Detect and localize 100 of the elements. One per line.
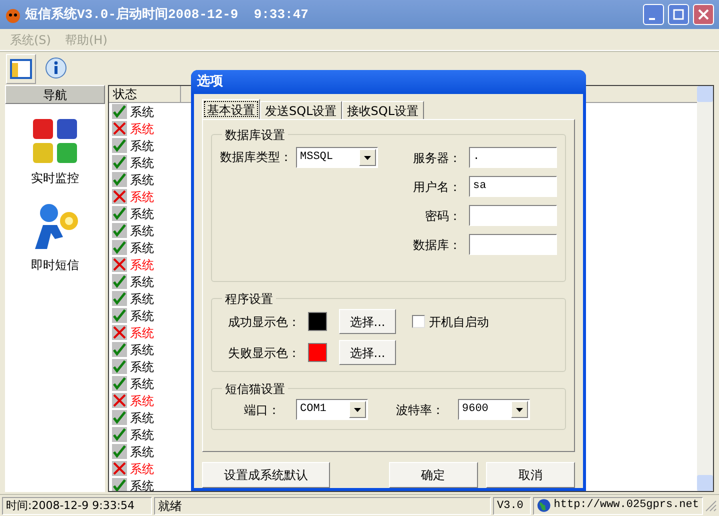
input-field[interactable]: sa	[469, 176, 557, 197]
caret-icon	[364, 156, 371, 160]
log-cell-text: 系统	[130, 206, 154, 222]
log-cell-text: 系统	[130, 274, 154, 290]
cross-icon	[112, 121, 127, 136]
globe-icon	[537, 498, 551, 513]
caret-icon	[354, 408, 361, 412]
log-cell-text: 系统	[130, 240, 154, 256]
check-icon	[112, 291, 127, 306]
log-cell-text: 系统	[130, 256, 154, 274]
check-icon	[112, 104, 127, 119]
check-icon	[112, 206, 127, 221]
field-label: 波特率：	[396, 402, 445, 418]
check-icon	[112, 376, 127, 391]
field-label: 数据库：	[413, 236, 461, 254]
dialog-button[interactable]: 设置成系统默认	[202, 462, 330, 488]
dropdown-field[interactable]: 9600	[458, 399, 530, 420]
field-label: 密码：	[425, 208, 461, 224]
check-icon	[112, 410, 127, 425]
log-cell-text: 系统	[130, 188, 154, 206]
maximize-button[interactable]	[668, 4, 689, 25]
minimize-icon	[648, 18, 654, 20]
tab[interactable]: 发送SQL设置	[260, 101, 342, 119]
cross-icon	[112, 393, 127, 408]
log-cell-text: 系统	[130, 426, 154, 444]
caret-icon	[516, 408, 523, 412]
log-cell-text: 系统	[130, 324, 154, 342]
check-icon	[112, 274, 127, 289]
column-header[interactable]: 状态	[109, 86, 181, 103]
check-icon	[112, 172, 127, 187]
dropdown-button[interactable]	[511, 401, 528, 418]
minimize-button[interactable]	[643, 4, 664, 25]
choose-button[interactable]: 选择...	[339, 340, 396, 365]
dropdown-field[interactable]: MSSQL	[296, 147, 378, 168]
window-title: 短信系统V3.0-启动时间2008-12-9 9:33:47	[25, 6, 310, 24]
log-cell-text: 系统	[130, 290, 154, 308]
check-icon	[112, 478, 127, 491]
check-icon	[112, 359, 127, 374]
status-text: 就绪	[154, 496, 491, 514]
log-cell-text: 系统	[130, 410, 154, 426]
check-icon	[112, 138, 127, 153]
group-title: 数据库设置	[222, 126, 288, 144]
input-field[interactable]: .	[469, 147, 557, 168]
log-cell-text: 系统	[130, 308, 154, 324]
resize-grip-icon	[705, 500, 717, 512]
nav-item[interactable]: 实时监控	[30, 116, 80, 187]
dropdown-field[interactable]: COM1	[296, 399, 368, 420]
maximize-icon	[673, 9, 684, 20]
input-field[interactable]	[469, 234, 557, 255]
check-icon	[112, 155, 127, 170]
close-icon	[698, 9, 709, 20]
status-time: 时间:2008-12-9 9:33:54	[2, 496, 152, 514]
field-label: 失败显示色：	[228, 344, 300, 362]
app-icon	[5, 6, 21, 22]
log-cell-text: 系统	[130, 392, 154, 410]
field-label: 服务器：	[413, 150, 461, 166]
dialog-button[interactable]: 确定	[388, 462, 478, 488]
log-cell-text: 系统	[130, 172, 154, 188]
colored-squares-icon	[30, 116, 80, 166]
check-icon	[112, 308, 127, 323]
check-icon	[112, 342, 127, 357]
dropdown-button[interactable]	[359, 149, 376, 166]
scrollbar[interactable]	[697, 86, 713, 491]
log-cell-text: 系统	[130, 358, 154, 376]
panel-toolbar-button[interactable]	[6, 54, 36, 84]
check-icon	[112, 240, 127, 255]
nav-header: 导航	[5, 85, 105, 104]
field-label: 端口：	[244, 402, 281, 418]
input-field[interactable]	[469, 205, 557, 226]
check-icon	[112, 444, 127, 459]
tab[interactable]: 基本设置	[202, 99, 260, 119]
tab[interactable]: 接收SQL设置	[342, 101, 424, 119]
close-button[interactable]	[693, 4, 714, 25]
log-cell-text: 系统	[130, 376, 154, 392]
status-version: V3.0	[493, 496, 531, 514]
log-cell-text: 系统	[130, 460, 154, 478]
cross-icon	[112, 257, 127, 272]
dialog-button[interactable]: 取消	[486, 462, 575, 488]
cross-icon	[112, 189, 127, 204]
check-icon	[112, 427, 127, 442]
check-icon	[112, 223, 127, 238]
log-cell-text: 系统	[130, 154, 154, 172]
group-title: 短信猫设置	[222, 380, 288, 398]
log-cell-text: 系统	[130, 104, 154, 120]
log-cell-text: 系统	[130, 342, 154, 358]
checkbox-label: 开机自启动	[429, 314, 489, 331]
log-cell-text: 系统	[130, 120, 154, 138]
log-cell-text: 系统	[130, 222, 154, 240]
nav-item[interactable]: 即时短信	[29, 201, 81, 274]
log-cell-text: 系统	[130, 444, 154, 460]
cross-icon	[112, 461, 127, 476]
info-icon[interactable]	[44, 56, 68, 80]
checkbox[interactable]	[412, 315, 425, 328]
dialog-title: 选项	[197, 73, 223, 92]
log-cell-text: 系统	[130, 138, 154, 154]
panel-icon	[10, 58, 32, 78]
field-label: 数据库类型：	[220, 149, 292, 166]
dropdown-button[interactable]	[349, 401, 366, 418]
choose-button[interactable]: 选择...	[339, 309, 396, 334]
log-cell-text: 系统	[130, 478, 154, 491]
